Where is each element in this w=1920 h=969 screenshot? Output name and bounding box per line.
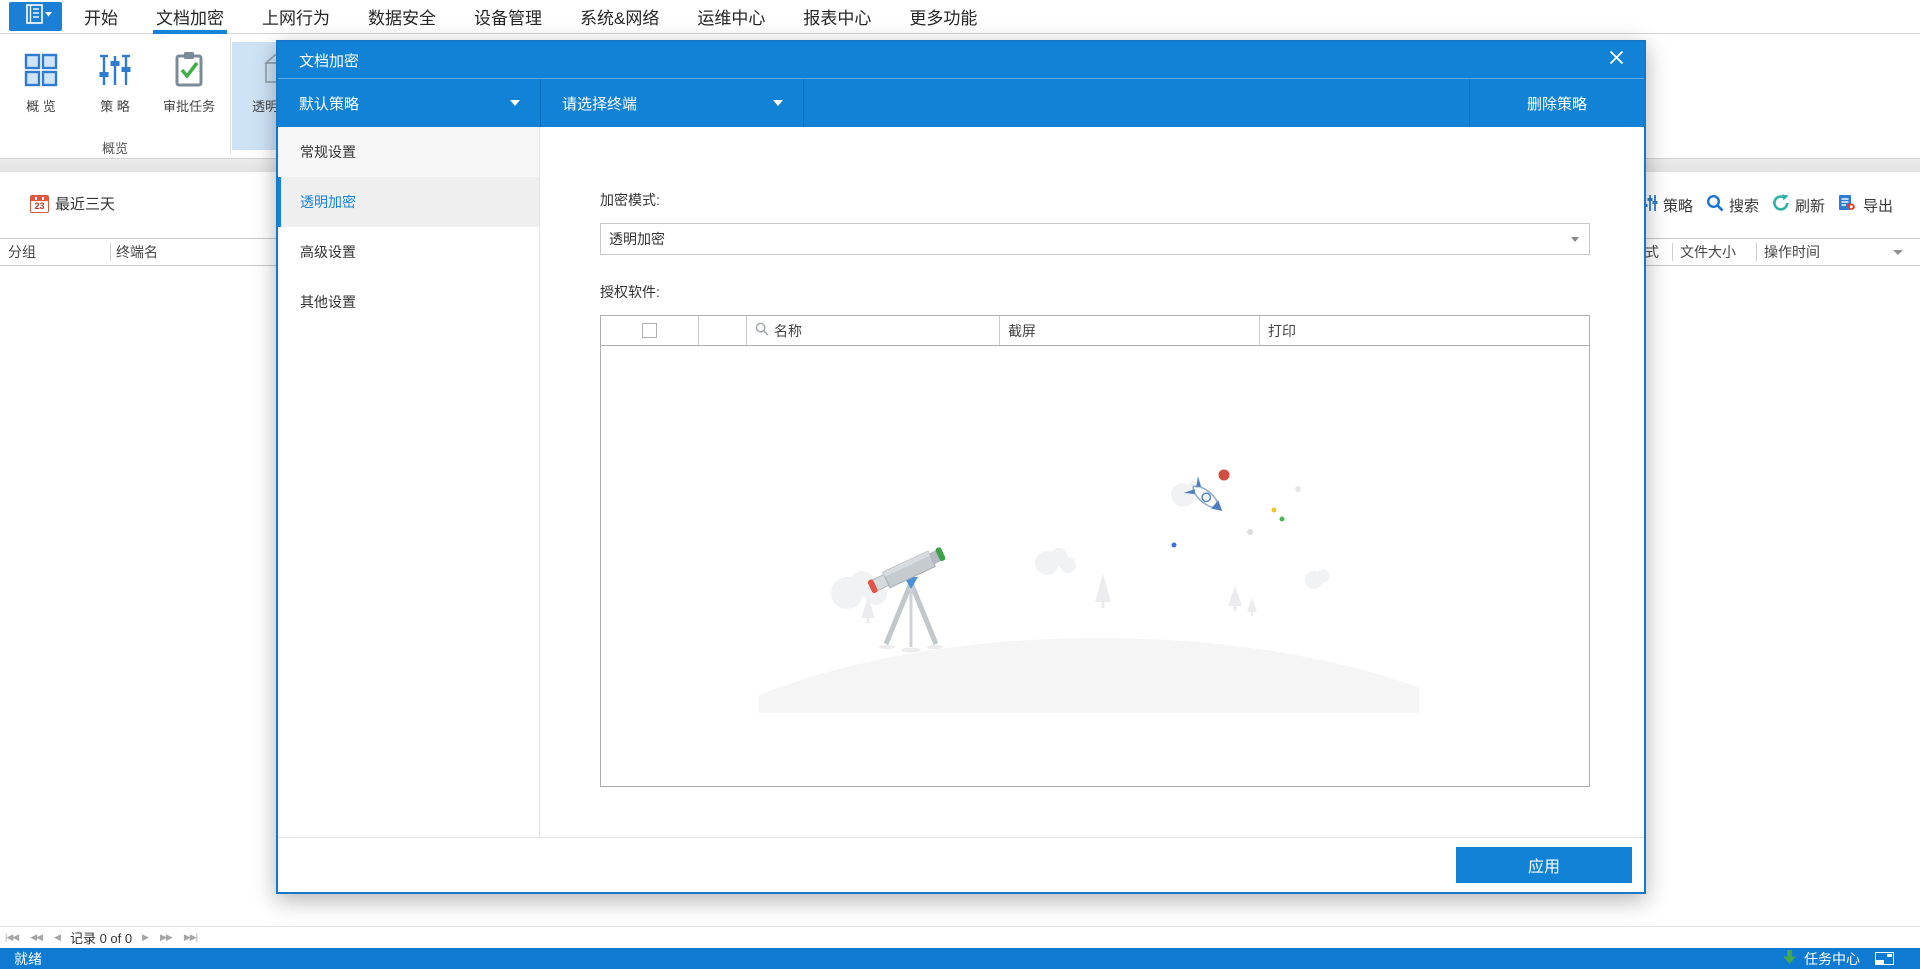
date-filter-label: 最近三天	[55, 196, 116, 213]
chevron-down-icon	[773, 100, 783, 106]
menu-item-doc-encryption[interactable]: 文档加密	[153, 0, 227, 34]
download-arrow-icon	[1782, 949, 1797, 968]
task-window-icon[interactable]	[1875, 952, 1894, 965]
status-text: 就绪	[14, 950, 42, 967]
menu-item-ops-center[interactable]: 运维中心	[697, 0, 765, 33]
table-header: 名称 截屏 打印	[601, 316, 1589, 346]
select-all-checkbox[interactable]	[642, 323, 657, 338]
policy-tool-button[interactable]: 策略	[1642, 194, 1693, 217]
policy-sliders-icon	[97, 42, 133, 88]
menu-item-start[interactable]: 开始	[84, 0, 118, 33]
empty-state-illustration	[638, 453, 1560, 786]
task-center-button[interactable]: 任务中心	[1804, 949, 1860, 969]
sidebar-item-advanced-settings[interactable]: 高级设置	[278, 227, 539, 277]
search-tool-button[interactable]: 搜索	[1706, 194, 1759, 217]
icon-column-header	[698, 316, 746, 345]
policy-select-dropdown[interactable]: 默认策略	[278, 79, 540, 127]
menu-item-data-security[interactable]: 数据安全	[368, 0, 436, 33]
ribbon-button-label: 审批任务	[162, 99, 215, 114]
status-bar: 就绪 任务中心	[0, 948, 1920, 969]
search-icon	[1706, 194, 1724, 217]
first-page-icon[interactable]: |◀◀	[5, 932, 19, 943]
column-operation-time[interactable]: 操作时间	[1764, 239, 1820, 265]
dialog-toolbar: 默认策略 请选择终端 删除策略	[278, 78, 1644, 127]
last-page-icon[interactable]: ▶▶|	[184, 932, 198, 943]
ribbon-button-label: 概 览	[26, 99, 56, 114]
close-button[interactable]	[1606, 50, 1626, 70]
app-menu-icon	[19, 3, 53, 30]
prev-page-icon[interactable]: ◀	[54, 932, 61, 943]
menu-item-report-center[interactable]: 报表中心	[803, 0, 871, 33]
chevron-down-icon	[510, 100, 520, 106]
column-terminal-name[interactable]: 终端名	[116, 239, 158, 265]
ribbon-button-label: 策 略	[100, 99, 130, 114]
column-group[interactable]: 分组	[8, 239, 36, 265]
sidebar-item-general-settings[interactable]: 常规设置	[278, 127, 539, 177]
prev-group-icon[interactable]: ◀◀	[30, 932, 43, 943]
overview-grid-icon	[23, 42, 59, 88]
approval-clipboard-icon	[171, 42, 207, 88]
close-icon	[1609, 50, 1624, 70]
authorized-software-table: 名称 截屏 打印	[600, 315, 1590, 787]
table-empty-body	[601, 346, 1589, 786]
main-menu: 开始 文档加密 上网行为 数据安全 设备管理 系统&网络 运维中心 报表中心 更…	[84, 0, 977, 34]
dialog-title-bar: 文档加密	[278, 42, 1644, 78]
screenshot-column-header[interactable]: 截屏	[999, 316, 1259, 345]
menu-bar: 开始 文档加密 上网行为 数据安全 设备管理 系统&网络 运维中心 报表中心 更…	[0, 0, 1920, 34]
encryption-mode-value: 透明加密	[609, 231, 665, 247]
dialog-sidebar: 常规设置 透明加密 高级设置 其他设置	[278, 127, 540, 837]
ribbon-button-policy[interactable]: 策 略	[82, 42, 148, 150]
column-picker-caret-icon[interactable]	[1893, 250, 1903, 255]
workspace-toolbar: 策略 搜索 刷新 导出	[1642, 192, 1893, 218]
date-filter-button[interactable]: 23 最近三天	[30, 193, 115, 214]
app-menu-button[interactable]	[9, 2, 62, 31]
record-count-label: 记录 0 of 0	[69, 931, 133, 946]
search-icon	[755, 322, 769, 339]
sidebar-item-transparent-encryption[interactable]: 透明加密	[278, 177, 539, 227]
doc-encryption-dialog: 文档加密 默认策略 请选择终端 删除策略 常规设置 透明加密 高级设置 其他设置…	[276, 40, 1646, 894]
next-group-icon[interactable]: ▶▶	[160, 932, 173, 943]
ribbon-button-approval[interactable]: 审批任务	[156, 42, 222, 150]
export-tool-button[interactable]: 导出	[1838, 194, 1893, 217]
dialog-title: 文档加密	[299, 52, 360, 70]
next-page-icon[interactable]: ▶	[142, 932, 149, 943]
dialog-body: 常规设置 透明加密 高级设置 其他设置 加密模式: 透明加密 授权软件: 名称 …	[278, 127, 1644, 838]
name-column-header[interactable]: 名称	[746, 316, 999, 345]
column-divider	[1756, 243, 1757, 261]
column-divider	[1672, 243, 1673, 261]
ribbon-group-divider	[230, 38, 231, 154]
delete-policy-button[interactable]: 删除策略	[1470, 79, 1644, 127]
chevron-down-icon	[1571, 237, 1579, 242]
sidebar-item-other-settings[interactable]: 其他设置	[278, 277, 539, 327]
ribbon-button-overview[interactable]: 概 览	[8, 42, 74, 150]
encryption-mode-select[interactable]: 透明加密	[600, 223, 1590, 255]
refresh-icon	[1772, 193, 1790, 217]
calendar-icon: 23	[30, 194, 49, 213]
dialog-content: 加密模式: 透明加密 授权软件: 名称 截屏 打印	[540, 127, 1644, 837]
terminal-select-dropdown[interactable]: 请选择终端	[541, 79, 803, 127]
menu-item-device-mgmt[interactable]: 设备管理	[474, 0, 542, 33]
menu-item-system-network[interactable]: 系统&网络	[580, 0, 659, 33]
export-pdf-icon	[1838, 194, 1858, 217]
authorized-software-label: 授权软件:	[600, 284, 660, 300]
column-file-size[interactable]: 文件大小	[1680, 239, 1736, 265]
apply-button[interactable]: 应用	[1456, 847, 1632, 883]
pagination-bar: |◀◀ ◀◀ ◀ 记录 0 of 0 ▶ ▶▶ ▶▶|	[0, 926, 1920, 948]
ribbon-group-label: 概览	[101, 141, 128, 156]
menu-item-more[interactable]: 更多功能	[909, 0, 977, 33]
menu-item-web-behavior[interactable]: 上网行为	[262, 0, 330, 33]
dialog-footer: 应用	[278, 838, 1644, 892]
column-divider	[110, 243, 111, 261]
encryption-mode-label: 加密模式:	[600, 192, 660, 208]
column-partial[interactable]: 式	[1645, 239, 1659, 265]
refresh-tool-button[interactable]: 刷新	[1772, 193, 1825, 217]
print-column-header[interactable]: 打印	[1259, 316, 1589, 345]
